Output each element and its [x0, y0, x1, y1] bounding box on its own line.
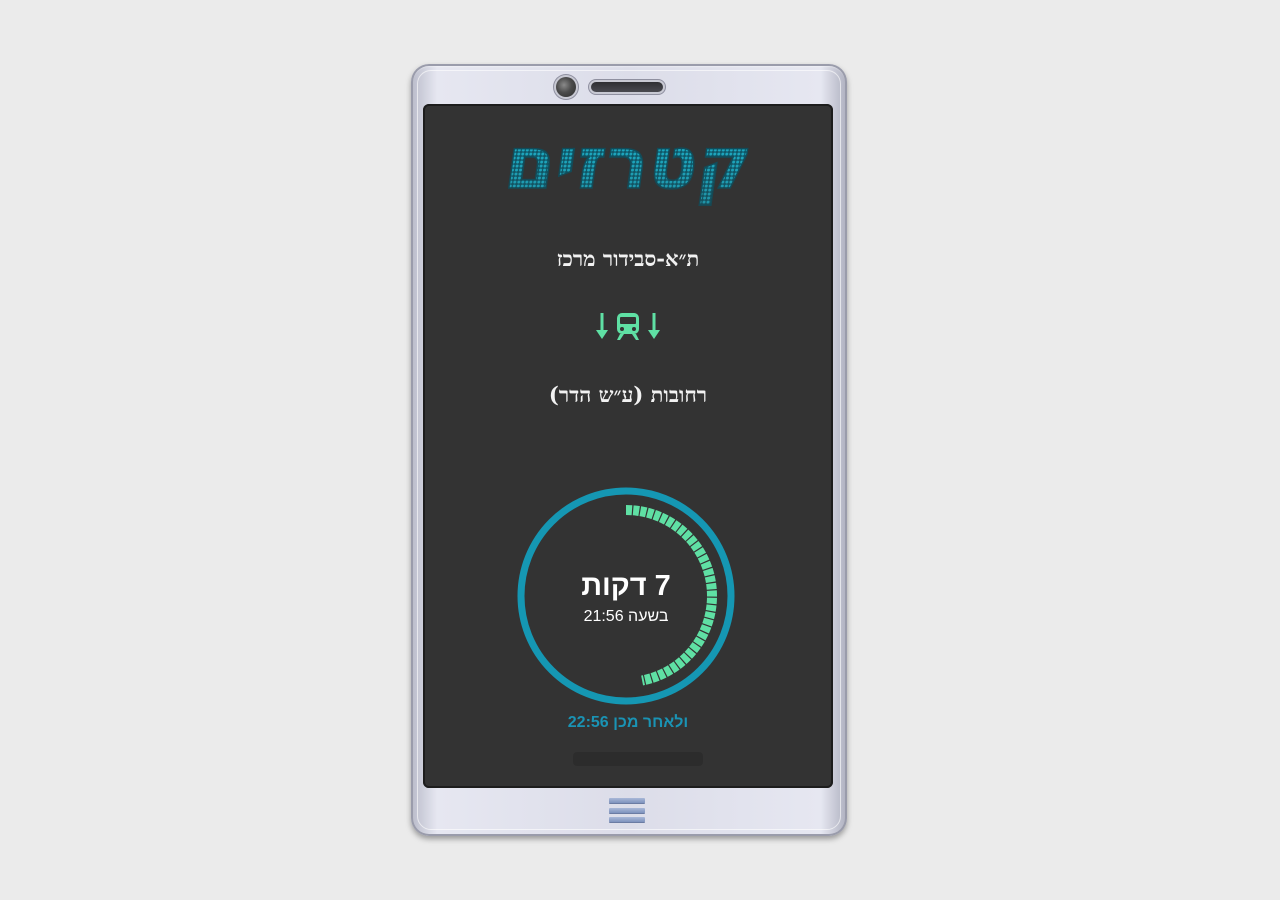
menu-bar	[609, 817, 645, 822]
faded-footer-text	[573, 752, 703, 766]
phone-frame: קטרזים ת״א-סבידור מרכז רחובות (ע״ש הדר) …	[411, 64, 847, 836]
countdown-ring: 7 דקות בשעה 21:56	[514, 484, 738, 708]
train-icon	[617, 313, 639, 340]
destination-station: רחובות (ע״ש הדר)	[548, 382, 708, 407]
logo-text: קטרזים	[500, 124, 757, 206]
menu-bar	[609, 807, 645, 813]
front-camera	[556, 77, 576, 97]
departure-time: בשעה 21:56	[583, 608, 669, 625]
origin-station: ת״א-סבידור מרכז	[556, 246, 700, 271]
earpiece-speaker	[591, 82, 663, 92]
arrow-down-icon	[596, 313, 608, 339]
app-logo: קטרזים	[423, 124, 833, 207]
arrow-down-icon	[648, 313, 660, 339]
app-screen: קטרזים ת״א-סבידור מרכז רחובות (ע״ש הדר) …	[423, 104, 833, 788]
next-departure: ולאחר מכן 22:56	[567, 714, 689, 731]
hamburger-menu-icon[interactable]	[609, 796, 645, 824]
logo-graphic: קטרזים	[499, 124, 758, 207]
direction-indicator	[423, 309, 833, 343]
minutes-remaining: 7 דקות	[581, 570, 671, 602]
menu-bar	[609, 798, 645, 803]
